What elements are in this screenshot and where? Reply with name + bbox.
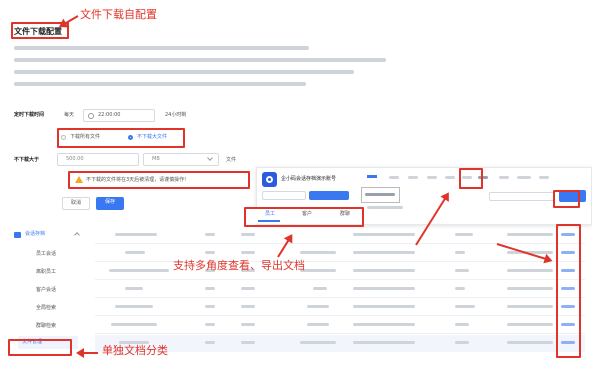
- annotation-arrow-config: [60, 15, 79, 27]
- table-row: [95, 335, 585, 352]
- annotation-separate-category: 单独文档分类: [102, 344, 168, 357]
- sidebar-item-resigned[interactable]: 离职员工: [36, 269, 56, 276]
- size-value: 500.00: [66, 156, 84, 162]
- sidebar-item-customer-chat[interactable]: 客户会话: [36, 287, 56, 294]
- annotation-box-warning: [68, 171, 250, 189]
- sidebar-item-global-search[interactable]: 全局检索: [36, 305, 56, 312]
- sidebar-item-group-search[interactable]: 群聊检索: [36, 323, 56, 330]
- time-suffix: 24小时制: [165, 112, 187, 118]
- nav-tab[interactable]: [408, 176, 418, 179]
- nav-tab[interactable]: [499, 176, 509, 179]
- chevron-down-icon: [207, 155, 213, 161]
- annotation-box-download-links: [556, 224, 581, 358]
- app-title: 企小码会话存档演示账号: [281, 176, 337, 182]
- archive-icon: [14, 232, 21, 238]
- size-unit-value: MB: [152, 156, 160, 162]
- description-line: [14, 46, 309, 50]
- time-prefix: 每天: [64, 112, 75, 118]
- time-label: 定时下载时间: [14, 112, 45, 118]
- annotation-box-nav-file: [459, 168, 483, 189]
- file-table: [95, 222, 585, 362]
- sidebar-group-label[interactable]: 会话存档: [25, 231, 45, 238]
- description-line: [14, 70, 354, 74]
- description-line: [14, 58, 386, 62]
- size-label: 不下载大于: [14, 157, 40, 163]
- nav-tab[interactable]: [539, 176, 549, 179]
- table-row: [95, 281, 585, 298]
- size-input[interactable]: 500.00: [57, 153, 139, 166]
- panel-search-input[interactable]: [262, 191, 306, 200]
- nav-tab[interactable]: [517, 176, 531, 179]
- time-value: 22:00:00: [98, 112, 121, 118]
- nav-tab-all[interactable]: [367, 175, 377, 178]
- annotation-box-export: [553, 190, 580, 208]
- table-row: [95, 227, 585, 244]
- time-input[interactable]: 22:00:00: [83, 109, 155, 122]
- annotation-box-file-manage: [8, 339, 72, 356]
- annotation-box-scope: [57, 128, 185, 148]
- chevron-up-icon: [74, 232, 80, 238]
- nav-tab[interactable]: [445, 176, 455, 179]
- sidebar-item-employee-chat[interactable]: 员工会话: [36, 251, 56, 258]
- cancel-button[interactable]: 取消: [62, 197, 90, 210]
- table-row: [95, 317, 585, 334]
- table-row: [95, 263, 585, 280]
- panel-keyword-input[interactable]: [489, 192, 555, 201]
- size-suffix: 文件: [226, 157, 237, 163]
- annotation-arrow-file-manage: [78, 352, 98, 354]
- size-unit-select[interactable]: MB: [143, 153, 219, 166]
- panel-search-button[interactable]: [309, 191, 349, 200]
- annotation-box-view-tabs: [244, 207, 364, 227]
- annotation-config-title: 文件下载自配置: [80, 8, 157, 21]
- clock-icon: [88, 113, 94, 119]
- description-line: [14, 82, 306, 86]
- save-button[interactable]: 保存: [96, 197, 124, 210]
- table-row: [95, 299, 585, 316]
- screenshot-stage: 文件下载配置 定时下载时间 每天 22:00:00 24小时制 下载所有文件 不…: [0, 0, 592, 382]
- app-logo-icon: [262, 172, 277, 187]
- nav-tab[interactable]: [427, 176, 437, 179]
- nav-tab[interactable]: [389, 176, 399, 179]
- annotation-multi-view: 支持多角度查看、导出文档: [173, 259, 305, 272]
